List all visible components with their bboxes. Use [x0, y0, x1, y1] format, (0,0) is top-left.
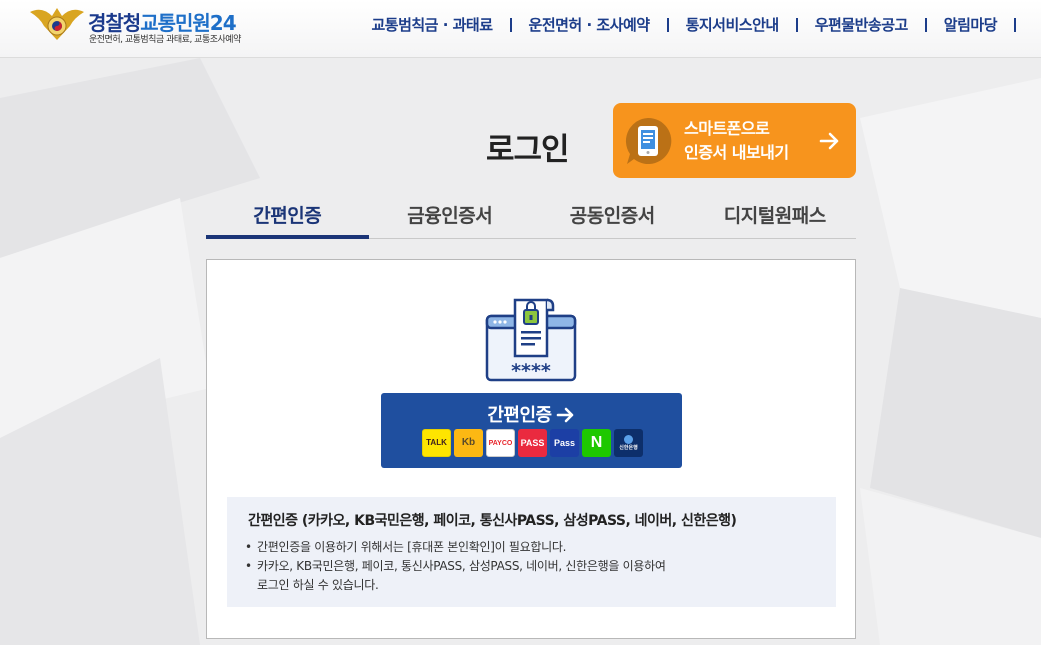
- police-emblem-icon: [30, 8, 84, 40]
- certificate-illustration-icon: ****: [485, 298, 577, 382]
- tab-joint-cert[interactable]: 공동인증서: [531, 192, 694, 238]
- naver-icon: N: [582, 429, 611, 457]
- nav-divider: [666, 17, 669, 32]
- nav-notices[interactable]: 알림마당: [944, 14, 998, 35]
- nav-divider: [1014, 17, 1016, 32]
- provider-list: TALK Kb PAYCO PASS Pass N 신한은행: [422, 429, 643, 457]
- page-title: 로그인: [486, 132, 570, 168]
- info-list: 간편인증을 이용하기 위해서는 [휴대폰 본인확인]이 필요합니다. 카카오, …: [245, 538, 666, 595]
- pass-icon: PASS: [518, 429, 547, 457]
- nav-license[interactable]: 운전면허 · 조사예약: [529, 14, 651, 35]
- site-header: 경찰청교통민원24 운전면허, 교통범칙금 과태료, 교통조사예약 교통범칙금 …: [0, 0, 1041, 58]
- kb-bank-icon: Kb: [454, 429, 483, 457]
- kakao-talk-icon: TALK: [422, 429, 451, 457]
- site-logo[interactable]: 경찰청교통민원24 운전면허, 교통범칙금 과태료, 교통조사예약: [28, 4, 278, 48]
- info-item: 간편인증을 이용하기 위해서는 [휴대폰 본인확인]이 필요합니다.: [245, 538, 666, 557]
- logo-subtitle: 운전면허, 교통범칙금 과태료, 교통조사예약: [89, 35, 241, 45]
- auth-tabs: 간편인증 금융인증서 공동인증서 디지털원패스: [206, 192, 856, 239]
- samsung-pass-icon: Pass: [550, 429, 579, 457]
- tab-financial-cert[interactable]: 금융인증서: [369, 192, 532, 238]
- nav-notice-service[interactable]: 통지서비스안내: [686, 14, 780, 35]
- arrow-right-icon: [819, 132, 839, 150]
- nav-returned-mail[interactable]: 우편물반송공고: [815, 14, 909, 35]
- info-box: 간편인증 (카카오, KB국민은행, 페이코, 통신사PASS, 삼성PASS,…: [227, 497, 836, 607]
- tab-digital-onepass[interactable]: 디지털원패스: [694, 192, 857, 238]
- shinhan-bank-icon: 신한은행: [614, 429, 643, 457]
- smartphone-icon: [625, 117, 672, 164]
- export-certificate-button[interactable]: 스마트폰으로 인증서 내보내기: [613, 103, 856, 178]
- export-button-label: 스마트폰으로 인증서 내보내기: [684, 119, 789, 162]
- main-navigation: 교통범칙금 · 과태료 운전면허 · 조사예약 통지서비스안내 우편물반송공고 …: [371, 14, 1033, 35]
- payco-icon: PAYCO: [486, 429, 515, 457]
- easy-auth-button-label: 간편인증: [381, 401, 682, 427]
- easy-auth-panel: **** 간편인증 TALK Kb PAYCO PASS Pass N 신한은행…: [206, 259, 856, 639]
- info-item: 카카오, KB국민은행, 페이코, 통신사PASS, 삼성PASS, 네이버, …: [245, 557, 666, 595]
- arrow-right-icon: [556, 407, 573, 423]
- easy-auth-button[interactable]: 간편인증 TALK Kb PAYCO PASS Pass N 신한은행: [381, 393, 682, 468]
- nav-fines[interactable]: 교통범칙금 · 과태료: [371, 14, 493, 35]
- nav-divider: [795, 17, 798, 32]
- nav-divider: [509, 17, 512, 32]
- nav-divider: [924, 17, 927, 32]
- info-title: 간편인증 (카카오, KB국민은행, 페이코, 통신사PASS, 삼성PASS,…: [248, 513, 737, 529]
- tab-easy-auth[interactable]: 간편인증: [206, 192, 369, 239]
- masked-password: ****: [511, 360, 551, 382]
